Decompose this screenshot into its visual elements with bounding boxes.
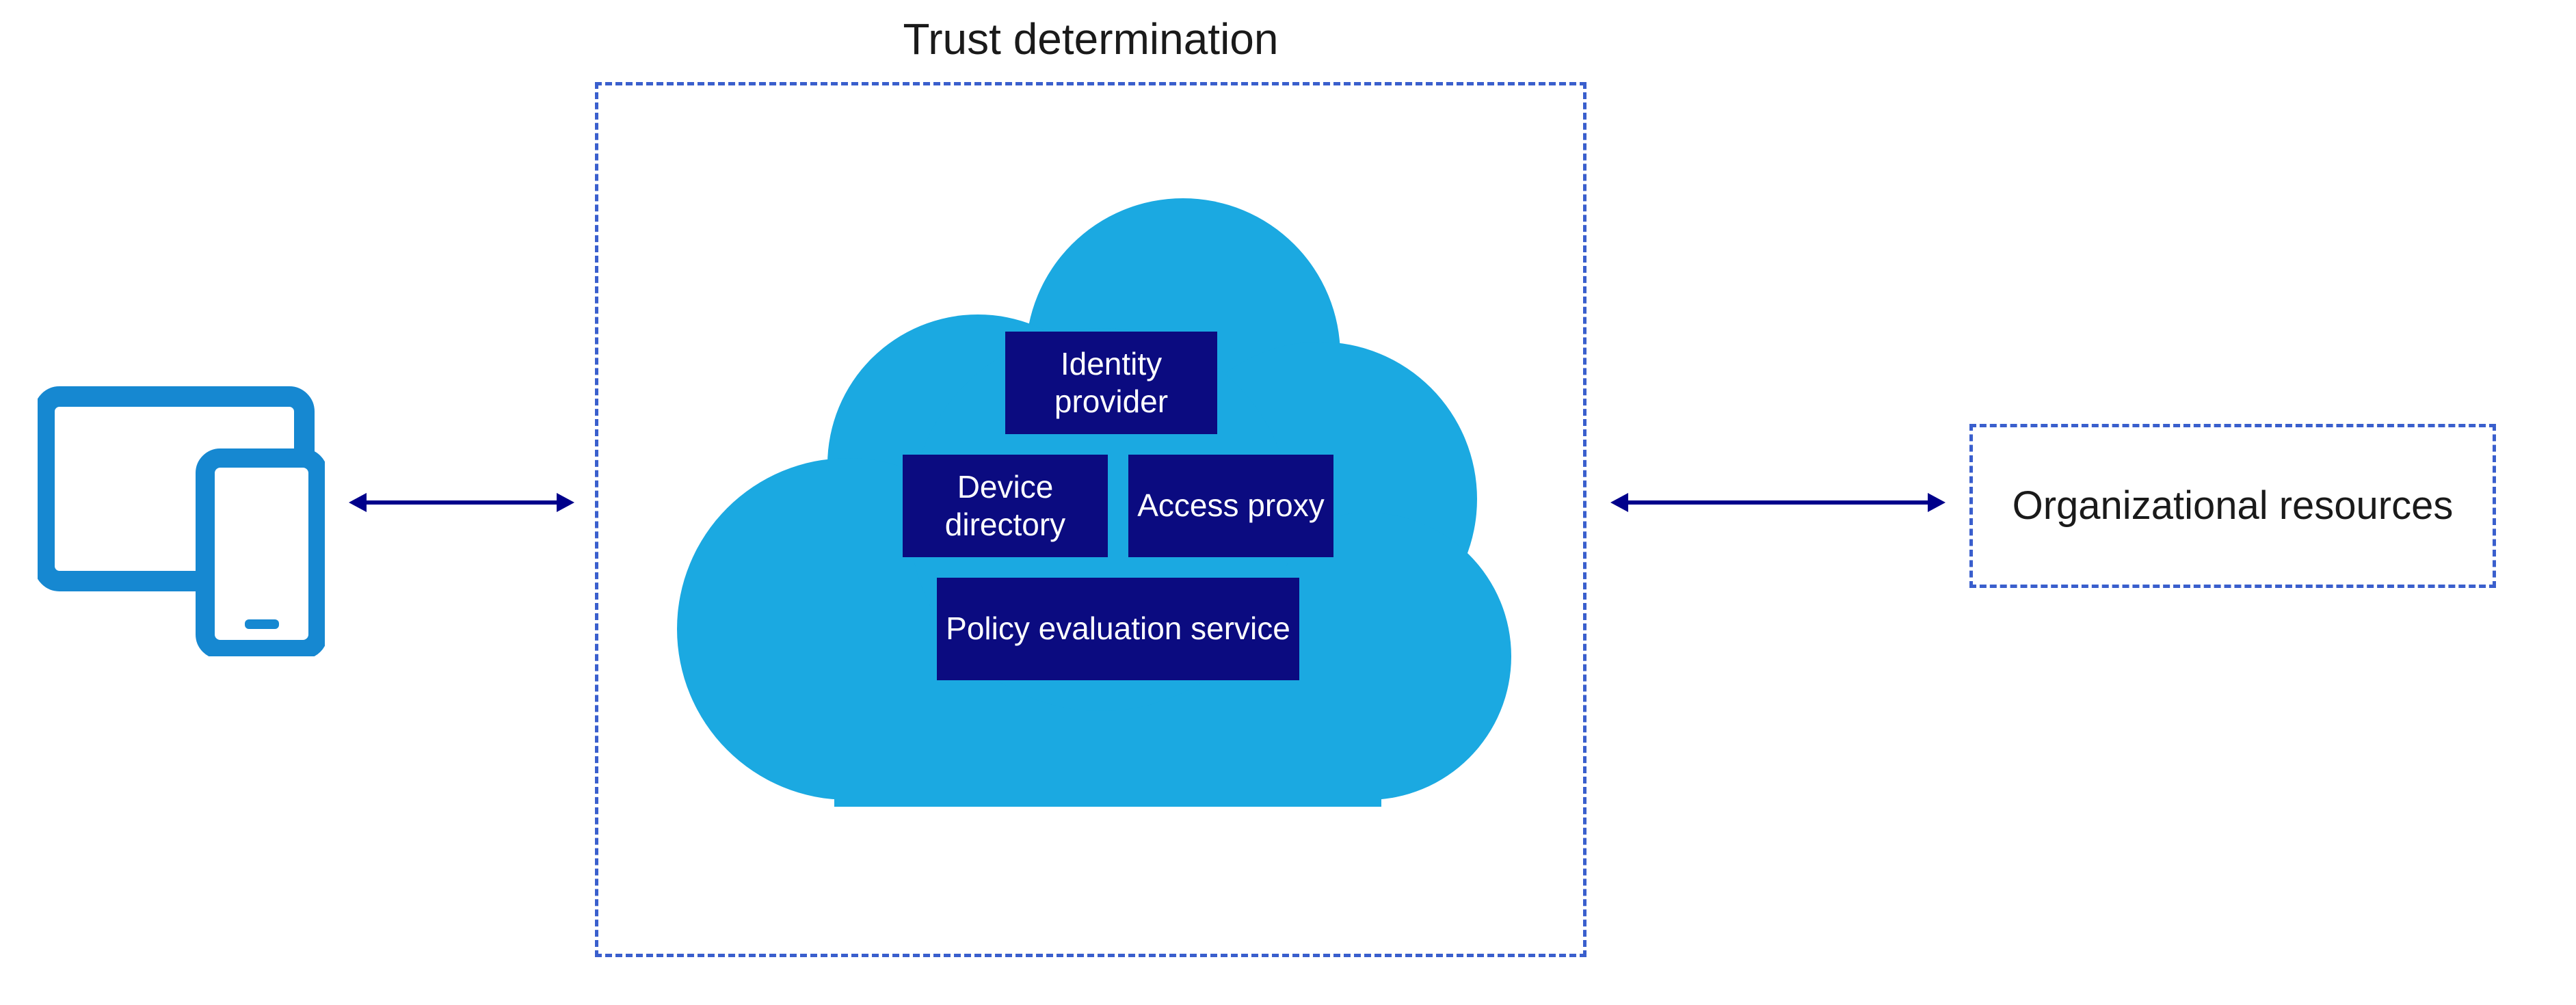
diagram-canvas: Trust determination Identity provider De… [0,0,2576,1005]
organizational-resources-box: Organizational resources [1969,424,2496,588]
arrow-trust-to-org [1610,489,1946,516]
device-directory-box: Device directory [903,455,1108,557]
arrow-devices-to-trust [349,489,574,516]
trust-determination-title: Trust determination [595,14,1586,64]
devices-icon [38,369,325,656]
identity-provider-box: Identity provider [1005,332,1217,434]
access-proxy-box: Access proxy [1128,455,1333,557]
policy-evaluation-box: Policy evaluation service [937,578,1299,680]
